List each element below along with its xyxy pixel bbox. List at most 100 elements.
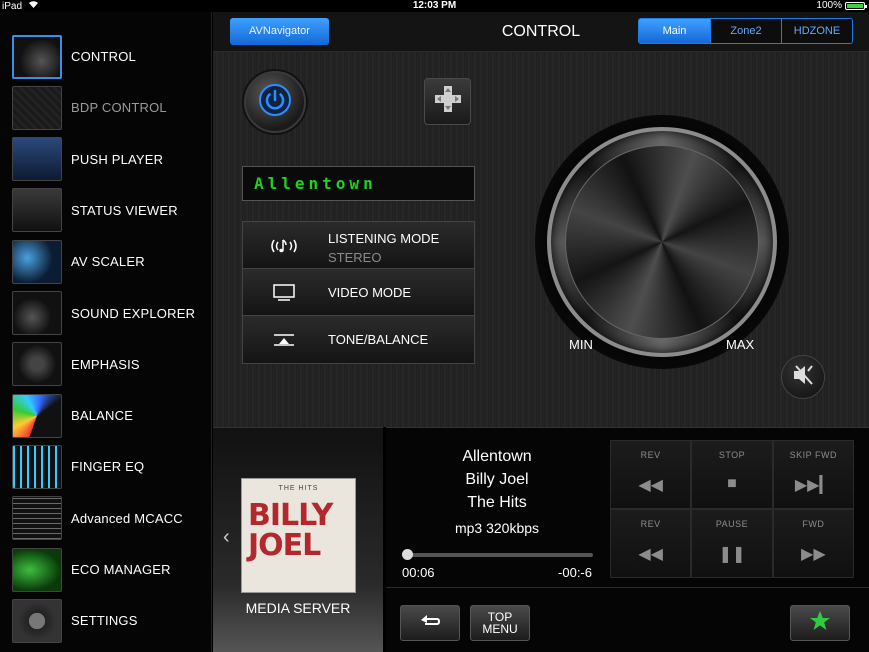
pause-label: PAUSE [715,519,749,529]
pause-button[interactable]: PAUSE ❚❚ [692,510,772,577]
album-title-text: BILLY JOEL [248,498,333,563]
battery-icon [845,2,867,10]
sidebar: CONTROL BDP CONTROL PUSH PLAYER STATUS VIEW… [0,12,212,652]
album-line1: BILLY [248,498,333,533]
sidebar-item-settings[interactable]: SETTINGS [0,595,211,646]
sidebar-item-bdp-control[interactable]: BDP CONTROL [0,82,211,133]
sidebar-item-label: EMPHASIS [71,356,140,372]
stop-label: STOP [718,450,746,460]
header-bar: AVNavigator CONTROL Main Zone2 HDZONE [213,12,869,52]
media-source-label: MEDIA SERVER [245,600,351,616]
sidebar-item-label: SETTINGS [71,613,138,629]
clock: 12:03 PM [412,0,457,11]
volume-max-label: MAX [726,337,755,352]
finger-eq-thumb-icon [12,444,62,489]
skip-fwd-label: SKIP FWD [789,450,837,460]
progress-handle[interactable] [402,549,413,560]
status-bar: iPad 12:03 PM 100% [0,0,869,12]
chevron-left-icon[interactable]: ‹ [223,526,230,549]
tone-balance-icon [269,316,299,363]
sidebar-item-eco-manager[interactable]: ECO MANAGER [0,544,211,595]
av-scaler-thumb-icon [12,239,62,284]
emphasis-thumb-icon [12,342,62,387]
sidebar-item-sound-explorer[interactable]: SOUND EXPLORER [0,288,211,339]
volume-knob-cap [565,145,759,339]
elapsed-time: 00:06 [402,565,435,580]
sidebar-item-label: SOUND EXPLORER [71,305,196,321]
track-artist: Billy Joel [465,471,529,488]
track-format: mp3 320kbps [454,520,540,536]
progress-bar[interactable] [402,549,593,560]
album-line2: JOEL [248,528,321,563]
tone-balance-label: TONE/BALANCE [328,332,429,347]
sidebar-item-av-scaler[interactable]: AV SCALER [0,236,211,287]
video-mode-icon [269,269,299,316]
control-thumb-icon [12,34,62,79]
sound-explorer-thumb-icon [12,291,62,335]
listening-mode-label: LISTENING MODE [328,231,440,246]
stop-button[interactable]: STOP ■ [692,441,772,508]
cursor-pad-button[interactable] [424,78,471,125]
dpad-icon [433,84,463,119]
sidebar-item-label: ECO MANAGER [71,562,171,577]
push-player-thumb-icon [12,137,62,182]
sidebar-item-emphasis[interactable]: EMPHASIS [0,339,211,390]
sidebar-item-advanced-mcacc[interactable]: Advanced MCACC [0,493,211,544]
star-icon [809,610,831,637]
video-mode-button[interactable]: VIDEO MODE [243,269,474,316]
fwd-button[interactable]: FWD ▶▶ [773,510,853,577]
sidebar-item-label: Advanced MCACC [71,510,183,526]
volume-knob[interactable] [547,127,777,357]
sidebar-item-control[interactable]: CONTROL [0,31,211,82]
eco-manager-thumb-icon [12,547,62,592]
zone-selector: Main Zone2 HDZONE [638,18,853,44]
video-mode-label: VIDEO MODE [328,285,412,300]
bdp-control-thumb-icon [12,85,62,130]
sidebar-item-label: STATUS VIEWER [71,202,178,218]
sidebar-item-label: FINGER EQ [71,459,145,475]
transport-panel: REV ◀◀ STOP ■ SKIP FWD ▶▶▎ REV ◀◀ PAUSE … [608,427,869,587]
volume-min-label: MIN [569,337,593,352]
sidebar-item-push-player[interactable]: PUSH PLAYER [0,134,211,185]
listening-mode-value: STEREO [328,250,382,265]
sidebar-item-label: CONTROL [71,49,136,64]
tab-zone-hdzone[interactable]: HDZONE [781,19,852,43]
now-playing-display: Allentown [242,166,475,201]
sidebar-item-finger-eq[interactable]: FINGER EQ [0,441,211,492]
media-source-panel: ‹ THE HITS BILLY JOEL MEDIA SERVER [213,427,383,652]
track-album: The Hits [467,494,527,511]
stop-icon: ■ [727,475,737,492]
sidebar-item-balance[interactable]: BALANCE [0,390,211,441]
tab-zone-zone2[interactable]: Zone2 [710,19,781,43]
fast-forward-icon: ▶▶ [801,546,826,563]
listening-mode-button[interactable]: LISTENING MODE STEREO [243,222,474,269]
battery-percent: 100% [816,0,842,11]
control-panel: AVNavigator CONTROL Main Zone2 HDZONE Al… [213,12,869,427]
mute-button[interactable] [781,355,825,399]
transport-grid: REV ◀◀ STOP ■ SKIP FWD ▶▶▎ REV ◀◀ PAUSE … [610,440,854,578]
rev-skip-button[interactable]: REV ◀◀ [611,441,691,508]
skip-forward-icon: ▶▶▎ [794,477,832,494]
sidebar-item-status-viewer[interactable]: STATUS VIEWER [0,185,211,236]
top-menu-button[interactable]: TOP MENU [470,605,530,641]
sidebar-item-label: PUSH PLAYER [71,151,164,167]
bottom-toolbar: TOP MENU [386,587,869,652]
power-button[interactable] [244,71,306,133]
rev-button[interactable]: REV ◀◀ [611,510,691,577]
favorite-button[interactable] [790,605,850,641]
sidebar-item-label: AV SCALER [71,254,145,270]
sidebar-item-label: BDP CONTROL [71,100,167,116]
advanced-mcacc-thumb-icon [12,496,62,541]
skip-fwd-button[interactable]: SKIP FWD ▶▶▎ [773,441,853,508]
tone-balance-button[interactable]: TONE/BALANCE [243,316,474,363]
tab-zone-main[interactable]: Main [639,19,710,43]
return-button[interactable] [400,605,460,641]
status-viewer-thumb-icon [12,188,62,233]
fwd-label: FWD [802,519,825,529]
album-art: THE HITS BILLY JOEL [241,478,356,593]
track-title: Allentown [462,448,532,465]
remaining-time: -00:-6 [558,565,592,580]
settings-thumb-icon [12,598,62,643]
mute-icon [790,362,816,393]
now-playing-panel: Allentown Billy Joel The Hits mp3 320kbp… [386,427,608,587]
